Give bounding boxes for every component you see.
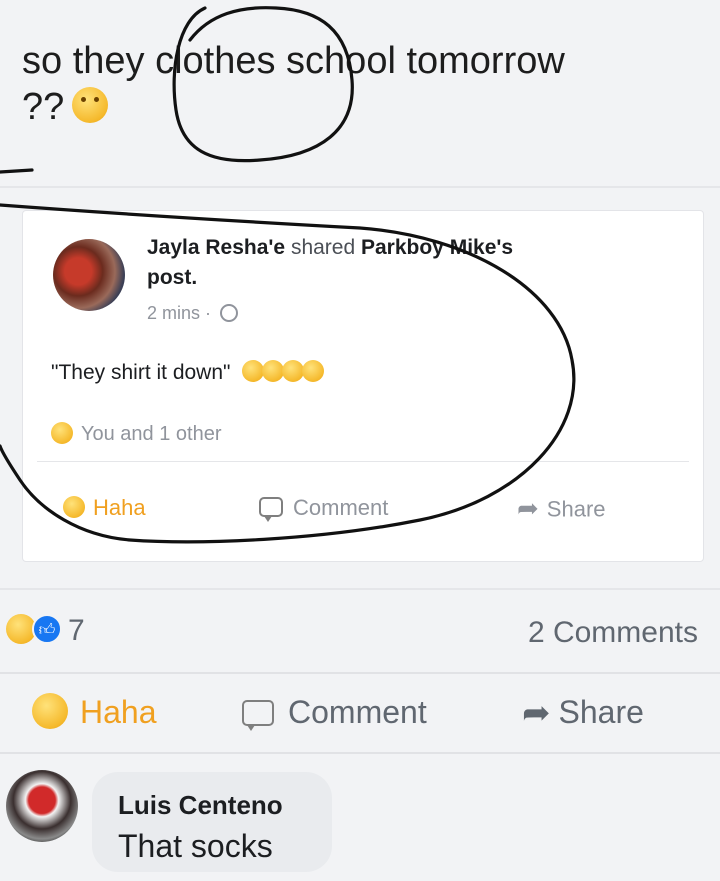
- haha-label: Haha: [80, 694, 157, 730]
- reaction-summary[interactable]: 👍︎ 7: [6, 614, 85, 648]
- card-divider: [37, 461, 689, 462]
- meta-separator: ·: [205, 303, 212, 323]
- like-reaction-icon: 👍︎: [32, 614, 62, 645]
- comment-bubble[interactable]: Luis Centeno That socks: [92, 772, 332, 872]
- comment-text: That socks: [118, 828, 273, 864]
- post-text-part3: ??: [22, 86, 65, 128]
- commenter-name[interactable]: Luis Centeno: [118, 790, 283, 821]
- share-button[interactable]: ➦ Share: [522, 694, 644, 735]
- divider: [0, 186, 720, 188]
- timestamp[interactable]: 2 mins: [147, 303, 200, 323]
- share-label: Share: [558, 694, 644, 730]
- card-reactions-text: You and 1 other: [81, 423, 222, 445]
- sharer-name[interactable]: Jayla Resha'e: [147, 236, 285, 259]
- haha-button[interactable]: Haha: [32, 692, 157, 733]
- post-text-part1: so they: [22, 40, 145, 82]
- comment-icon: [259, 497, 283, 523]
- commenter-avatar[interactable]: [6, 770, 78, 842]
- post-text-part2: clothes school tomorrow: [155, 40, 565, 82]
- share-icon: ➦: [517, 493, 539, 523]
- shared-header: Jayla Resha'e shared Parkboy Mike's post…: [147, 233, 667, 293]
- quote-text: "They shirt it down": [51, 361, 231, 384]
- shared-post-card[interactable]: Jayla Resha'e shared Parkboy Mike's post…: [22, 210, 704, 562]
- haha-icon: [32, 692, 68, 729]
- haha-icon: [63, 496, 85, 519]
- card-reactions[interactable]: You and 1 other: [51, 421, 222, 446]
- laughing-face-icon: [242, 359, 265, 382]
- post-text: so they clothes school tomorrow ??: [22, 38, 712, 130]
- comment-button[interactable]: Comment: [242, 694, 427, 731]
- divider: [0, 752, 720, 754]
- post-meta: 2 mins ·: [147, 303, 239, 324]
- share-icon: ➦: [522, 693, 551, 732]
- shared-verb: shared: [290, 236, 356, 259]
- reaction-count: 7: [68, 614, 85, 647]
- laughing-face-icon: [262, 359, 285, 382]
- card-comment-label: Comment: [293, 495, 389, 520]
- haha-reaction-icon: [51, 421, 73, 444]
- card-share-label: Share: [546, 496, 606, 522]
- avatar[interactable]: [53, 239, 125, 311]
- thinking-face-icon: [72, 86, 109, 123]
- comment-label: Comment: [288, 694, 427, 730]
- divider: [0, 588, 720, 590]
- card-share-button[interactable]: ➦ Share: [517, 493, 606, 526]
- globe-icon: [220, 304, 239, 323]
- divider: [0, 672, 720, 674]
- card-haha-button[interactable]: Haha: [63, 495, 146, 521]
- card-comment-button[interactable]: Comment: [259, 495, 389, 523]
- laughing-emoji-row: [242, 359, 325, 385]
- laughing-face-icon: [302, 359, 325, 382]
- post-word[interactable]: post.: [147, 266, 197, 289]
- original-author[interactable]: Parkboy Mike's: [361, 236, 513, 259]
- comment-icon: [242, 699, 274, 731]
- comments-count[interactable]: 2 Comments: [528, 616, 698, 650]
- laughing-face-icon: [282, 359, 305, 382]
- shared-quote: "They shirt it down": [51, 359, 325, 385]
- card-haha-label: Haha: [93, 495, 146, 520]
